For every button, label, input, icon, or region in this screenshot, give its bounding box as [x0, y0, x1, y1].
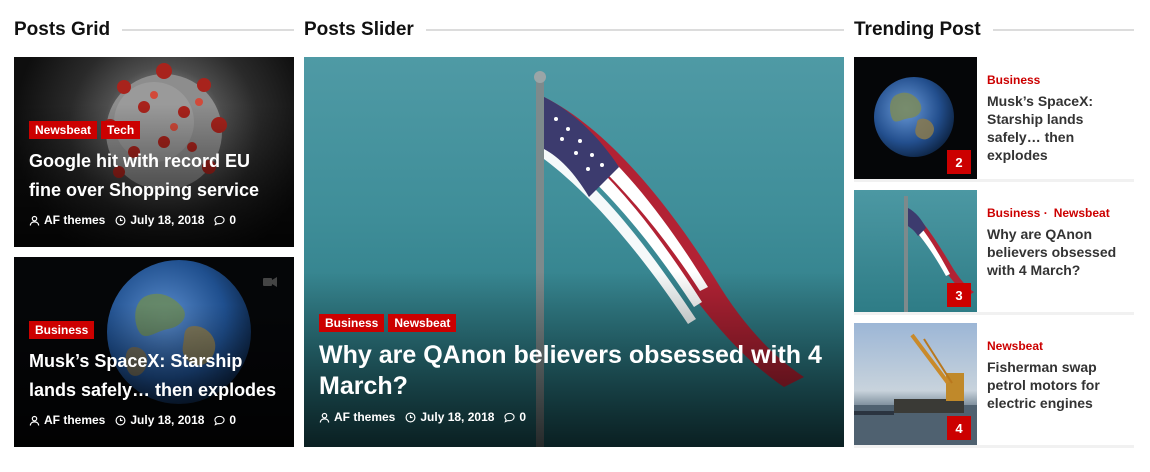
- tag-business[interactable]: Business: [29, 321, 95, 339]
- trending-title[interactable]: Fisherman swap petrol motors for electri…: [987, 358, 1127, 412]
- comment-count: 0: [229, 413, 237, 427]
- date-text: July 18, 2018: [130, 213, 205, 227]
- post-tags: Business Newsbeat: [319, 314, 832, 332]
- tag-business[interactable]: Business: [319, 314, 385, 332]
- author[interactable]: AF themes: [29, 413, 105, 427]
- comment-icon: [214, 215, 226, 226]
- user-icon: [319, 412, 330, 423]
- author-name: AF themes: [44, 413, 106, 427]
- comments[interactable]: 0: [214, 413, 236, 427]
- rank-badge: 3: [947, 283, 971, 307]
- trending-thumbnail[interactable]: 2: [854, 57, 977, 180]
- section-title: Posts Grid: [14, 19, 111, 40]
- post-content: Business Musk’s SpaceX: Starship lands s…: [29, 321, 282, 427]
- rank-badge: 4: [947, 416, 971, 440]
- grid-post-card[interactable]: Business Musk’s SpaceX: Starship lands s…: [14, 257, 294, 447]
- posts-slider-heading: Posts Slider: [304, 18, 844, 42]
- author[interactable]: AF themes: [29, 213, 105, 227]
- author-name: AF themes: [334, 410, 396, 424]
- trending-categories: Business: [987, 73, 1127, 87]
- comment-icon: [214, 415, 226, 426]
- trending-item[interactable]: 2 Business Musk’s SpaceX: Starship lands…: [854, 57, 1134, 182]
- section-title: Posts Slider: [304, 19, 414, 40]
- comment-count: 0: [519, 410, 527, 424]
- author[interactable]: AF themes: [319, 410, 395, 424]
- post-content: Newsbeat Tech Google hit with record EU …: [29, 121, 282, 227]
- clock-icon: [115, 215, 126, 225]
- posts-grid-heading: Posts Grid: [14, 18, 294, 42]
- post-tags: Business: [29, 321, 282, 339]
- post-date[interactable]: July 18, 2018: [405, 410, 494, 424]
- slider-post-card[interactable]: Business Newsbeat Why are QAnon believer…: [304, 57, 844, 447]
- user-icon: [29, 215, 40, 226]
- post-tags: Newsbeat Tech: [29, 121, 282, 139]
- date-text: July 18, 2018: [420, 410, 495, 424]
- trending-info: Newsbeat Fisherman swap petrol motors fo…: [987, 339, 1127, 412]
- date-text: July 18, 2018: [130, 413, 205, 427]
- divider: [854, 179, 1134, 182]
- clock-icon: [115, 415, 126, 425]
- post-date[interactable]: July 18, 2018: [115, 213, 204, 227]
- section-title: Trending Post: [854, 19, 981, 40]
- divider: [854, 445, 1134, 448]
- comments[interactable]: 0: [214, 213, 236, 227]
- trending-post-heading: Trending Post: [854, 18, 1134, 42]
- post-meta: AF themes July 18, 2018 0: [319, 410, 832, 424]
- comment-icon: [504, 412, 516, 423]
- trending-item[interactable]: 4 Newsbeat Fisherman swap petrol motors …: [854, 323, 1134, 448]
- tag-tech[interactable]: Tech: [101, 121, 141, 139]
- post-title[interactable]: Google hit with record EU fine over Shop…: [29, 147, 282, 205]
- trending-info: Business · Newsbeat Why are QAnon believ…: [987, 206, 1127, 279]
- category-link[interactable]: Business ·: [987, 206, 1048, 220]
- trending-categories: Newsbeat: [987, 339, 1127, 353]
- post-date[interactable]: July 18, 2018: [115, 413, 204, 427]
- tag-newsbeat[interactable]: Newsbeat: [29, 121, 98, 139]
- trending-item[interactable]: 3 Business · Newsbeat Why are QAnon beli…: [854, 190, 1134, 315]
- trending-title[interactable]: Musk’s SpaceX: Starship lands safely… th…: [987, 92, 1127, 164]
- heading-divider: [992, 29, 1134, 31]
- tag-newsbeat[interactable]: Newsbeat: [388, 314, 457, 332]
- trending-thumbnail[interactable]: 3: [854, 190, 977, 313]
- heading-divider: [425, 29, 844, 31]
- grid-post-card[interactable]: Newsbeat Tech Google hit with record EU …: [14, 57, 294, 247]
- comments[interactable]: 0: [504, 410, 526, 424]
- category-link[interactable]: Business: [987, 73, 1040, 87]
- category-link[interactable]: Newsbeat: [987, 339, 1043, 353]
- trending-info: Business Musk’s SpaceX: Starship lands s…: [987, 73, 1127, 164]
- slider-content: Business Newsbeat Why are QAnon believer…: [319, 314, 832, 424]
- post-meta: AF themes July 18, 2018 0: [29, 213, 282, 227]
- clock-icon: [405, 412, 416, 422]
- post-title[interactable]: Musk’s SpaceX: Starship lands safely… th…: [29, 347, 282, 405]
- divider: [854, 312, 1134, 315]
- trending-title[interactable]: Why are QAnon believers obsessed with 4 …: [987, 225, 1127, 279]
- user-icon: [29, 415, 40, 426]
- category-link[interactable]: Newsbeat: [1054, 206, 1110, 220]
- post-meta: AF themes July 18, 2018 0: [29, 413, 282, 427]
- post-title[interactable]: Why are QAnon believers obsessed with 4 …: [319, 340, 832, 402]
- rank-badge: 2: [947, 150, 971, 174]
- trending-categories: Business · Newsbeat: [987, 206, 1127, 220]
- comment-count: 0: [229, 213, 237, 227]
- author-name: AF themes: [44, 213, 106, 227]
- trending-thumbnail[interactable]: 4: [854, 323, 977, 446]
- heading-divider: [122, 29, 294, 31]
